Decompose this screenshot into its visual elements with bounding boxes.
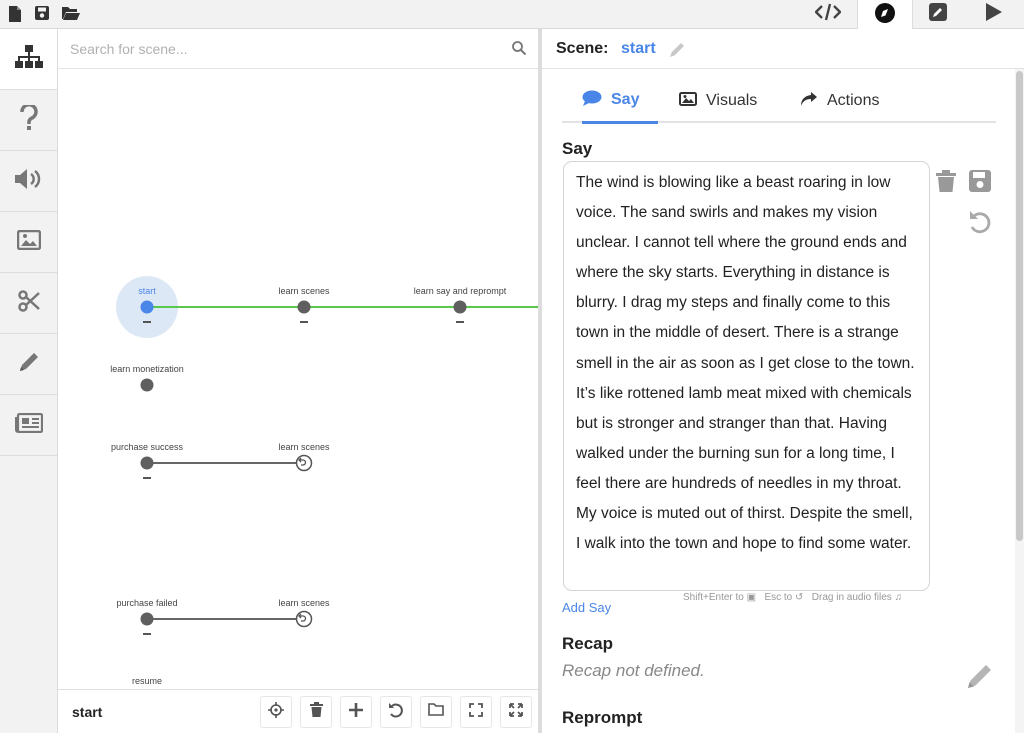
keyboard-hint: Shift+Enter to ▣ Esc to ↺ Drag in audio … bbox=[683, 592, 902, 603]
node-purchase-success[interactable] bbox=[140, 456, 154, 480]
scene-tabs: Say Visuals Actions bbox=[562, 79, 996, 124]
rail-item-images[interactable] bbox=[0, 212, 57, 273]
node-learn-monetization[interactable] bbox=[140, 378, 154, 392]
compass-icon bbox=[875, 2, 895, 28]
hint-drag-audio: Drag in audio files bbox=[811, 592, 892, 603]
folder-button[interactable] bbox=[420, 696, 452, 728]
edit-view-button[interactable] bbox=[910, 0, 966, 29]
node-label: learn say and reprompt bbox=[413, 286, 507, 296]
undo-icon bbox=[388, 702, 404, 723]
left-rail bbox=[0, 29, 58, 733]
tab-label: Visuals bbox=[706, 92, 758, 109]
delete-scene-button[interactable] bbox=[300, 696, 332, 728]
image-icon bbox=[16, 229, 41, 255]
scissors-icon bbox=[17, 289, 40, 317]
trash-icon bbox=[309, 702, 323, 722]
node-label: learn monetization bbox=[110, 364, 184, 374]
center-view-button[interactable] bbox=[260, 696, 292, 728]
volume-icon bbox=[14, 168, 43, 195]
recap-empty-text: Recap not defined. bbox=[562, 661, 705, 680]
save-mini-icon: ▣ bbox=[746, 592, 757, 603]
hint-esc: Esc to bbox=[764, 592, 793, 603]
newspaper-icon bbox=[14, 412, 43, 438]
undo-mini-icon: ↺ bbox=[795, 592, 804, 603]
undo-icon[interactable] bbox=[968, 210, 992, 239]
node-label: resume bbox=[131, 676, 163, 686]
tab-label: Say bbox=[611, 91, 640, 108]
rail-item-editor[interactable] bbox=[0, 334, 57, 395]
edit-recap-pencil-icon[interactable] bbox=[967, 663, 993, 694]
node-label: purchase failed bbox=[116, 598, 178, 608]
rail-item-tools[interactable] bbox=[0, 273, 57, 334]
node-return-learn-scenes-2[interactable] bbox=[295, 610, 313, 628]
expand-icon bbox=[509, 702, 523, 722]
top-toolbar bbox=[0, 0, 1024, 30]
add-scene-button[interactable] bbox=[340, 696, 372, 728]
node-label: learn scenes bbox=[278, 286, 330, 296]
say-section-title: Say bbox=[562, 139, 593, 158]
trash-icon[interactable] bbox=[936, 170, 956, 197]
rail-item-audio[interactable] bbox=[0, 151, 57, 212]
scene-label: Scene: bbox=[556, 40, 609, 57]
rail-item-publish[interactable] bbox=[0, 395, 57, 456]
edit-icon bbox=[929, 3, 947, 26]
scene-graph-panel: start learn scenes learn say and repromp… bbox=[58, 29, 538, 733]
node-label: learn scenes bbox=[278, 442, 330, 452]
node-label: purchase success bbox=[110, 442, 184, 452]
share-arrow-icon bbox=[800, 91, 827, 112]
tab-say[interactable]: Say bbox=[582, 79, 658, 124]
node-label: learn scenes bbox=[278, 598, 330, 608]
add-say-link[interactable]: Add Say bbox=[562, 600, 611, 615]
pencil-icon bbox=[18, 351, 40, 378]
recap-section-title: Recap bbox=[562, 634, 614, 653]
scrollbar-thumb[interactable] bbox=[1016, 71, 1023, 541]
rename-pencil-icon[interactable] bbox=[669, 41, 686, 63]
speech-bubble-icon bbox=[582, 90, 611, 111]
selected-scene-title: start bbox=[72, 704, 103, 720]
node-label: start bbox=[138, 286, 156, 296]
story-view-button[interactable] bbox=[857, 0, 913, 30]
scene-editor-panel: Scene: start Say Visuals Actions Say The… bbox=[542, 29, 1024, 733]
image-icon bbox=[679, 91, 706, 111]
new-file-icon[interactable] bbox=[8, 6, 24, 22]
music-note-icon: ♫ bbox=[894, 592, 903, 603]
folder-icon bbox=[428, 703, 444, 721]
rail-item-scenes[interactable] bbox=[0, 29, 57, 90]
scene-header: Scene: start bbox=[542, 29, 1024, 69]
fit-screen-button[interactable] bbox=[460, 696, 492, 728]
tab-actions[interactable]: Actions bbox=[800, 79, 879, 123]
undo-button[interactable] bbox=[380, 696, 412, 728]
play-button[interactable] bbox=[966, 0, 1022, 29]
search-icon[interactable] bbox=[512, 41, 527, 60]
scene-graph-canvas[interactable]: start learn scenes learn say and repromp… bbox=[58, 69, 538, 689]
node-learn-say-and-reprompt[interactable] bbox=[453, 300, 467, 324]
tab-label: Actions bbox=[827, 92, 880, 109]
say-text-area[interactable]: The wind is blowing like a beast roaring… bbox=[563, 161, 930, 591]
code-icon bbox=[814, 3, 842, 26]
code-view-button[interactable] bbox=[800, 0, 856, 29]
sitemap-icon bbox=[14, 44, 43, 74]
rail-item-help[interactable] bbox=[0, 90, 57, 151]
scene-search-bar bbox=[58, 29, 538, 69]
tab-visuals[interactable]: Visuals bbox=[679, 79, 757, 123]
node-purchase-failed[interactable] bbox=[140, 612, 154, 636]
save-icon[interactable] bbox=[969, 170, 991, 197]
node-learn-scenes[interactable] bbox=[297, 300, 311, 324]
hint-shift-enter: Shift+Enter to bbox=[683, 592, 744, 603]
play-icon bbox=[985, 2, 1003, 27]
scene-name[interactable]: start bbox=[621, 40, 656, 58]
open-folder-icon[interactable] bbox=[62, 6, 80, 22]
plus-icon bbox=[349, 702, 363, 722]
crosshair-icon bbox=[268, 701, 284, 723]
help-icon bbox=[19, 102, 38, 136]
fit-screen-icon bbox=[469, 702, 483, 722]
graph-edges bbox=[116, 276, 538, 636]
scene-search-input[interactable] bbox=[70, 39, 490, 59]
graph-footer: start bbox=[58, 689, 538, 733]
save-icon[interactable] bbox=[35, 6, 51, 22]
expand-button[interactable] bbox=[500, 696, 532, 728]
node-return-learn-scenes-1[interactable] bbox=[295, 454, 313, 472]
reprompt-section-title: Reprompt bbox=[562, 708, 643, 727]
